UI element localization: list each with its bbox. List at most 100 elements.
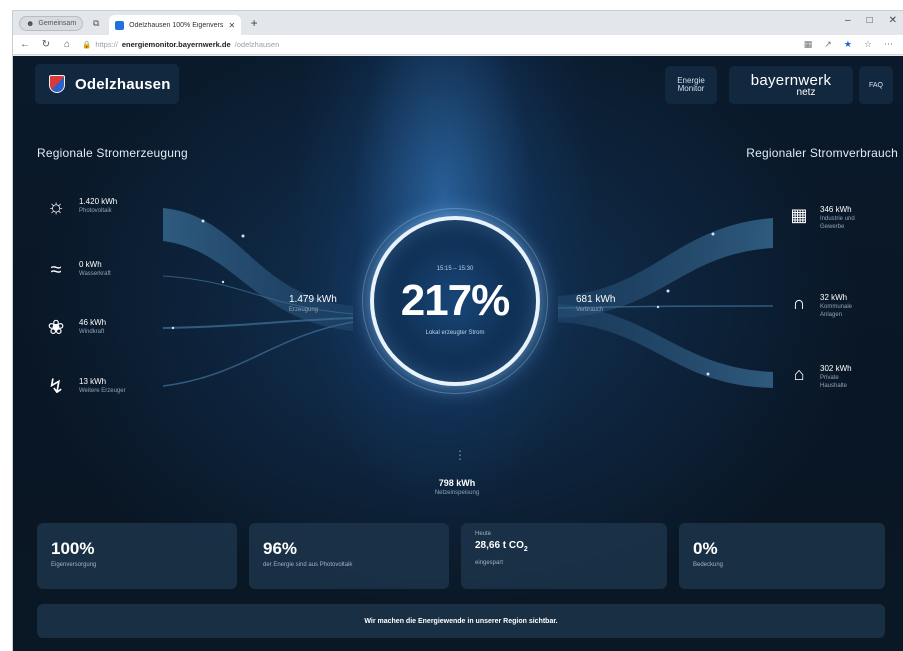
generation-title: Regionale Stromerzeugung — [37, 146, 188, 160]
reader-view-icon[interactable]: ▦ — [804, 39, 813, 50]
house-icon: ⌂ — [793, 364, 805, 384]
profile-label: Gemeinsam — [38, 19, 77, 27]
bayernwerk-wordmark: bayernwerk — [750, 71, 832, 89]
close-tab-icon[interactable]: ✕ — [228, 21, 235, 30]
municipality-badge[interactable]: Odelzhausen — [35, 64, 179, 104]
sun-icon: ☼ — [46, 196, 66, 218]
card-co2-saved[interactable]: Heute 28,66 t CO2 eingespart — [461, 523, 667, 589]
lock-icon: 🔒 — [82, 40, 92, 49]
url-field[interactable]: 🔒 https://energiemonitor.bayernwerk.de/o… — [82, 38, 795, 52]
tab-title: Odelzhausen 100% Eigenversorg — [129, 21, 224, 29]
source-label: Weitere Erzeuger — [79, 388, 126, 394]
generation-total: 1.479 kWh Erzeugung — [289, 293, 337, 314]
card-coverage[interactable]: 0% Bedeckung — [679, 523, 885, 589]
address-toolbar: ← ↻ ⌂ 🔒 https://energiemonitor.bayernwer… — [13, 35, 903, 55]
card-self-supply[interactable]: 100% Eigenversorgung — [37, 523, 237, 589]
card-value: 28,66 t CO2 — [475, 539, 667, 557]
coat-of-arms-icon — [49, 75, 65, 93]
bayernwerk-sub: netz — [796, 86, 816, 98]
bayernwerk-logo[interactable]: bayernwerk netz — [729, 66, 853, 104]
grid-feed-value: 798 kWh — [438, 478, 476, 488]
close-window-icon[interactable]: ✕ — [889, 15, 897, 26]
browser-window: ☻ Gemeinsam ⧉ Odelzhausen 100% Eigenvers… — [12, 10, 903, 651]
consumer-value: 302 kWh — [820, 364, 852, 373]
flow-private — [558, 304, 773, 388]
reload-icon[interactable]: ↻ — [40, 39, 52, 50]
card-label: Eigenversorgung — [51, 562, 97, 568]
source-wasserkraft[interactable]: ≈ 0 kWh Wasserkraft — [45, 259, 111, 281]
generation-total-label: Erzeugung — [289, 307, 319, 313]
water-icon: ≈ — [50, 259, 62, 281]
translate-icon[interactable]: ↗ — [824, 39, 832, 50]
card-header: Heute — [475, 531, 492, 537]
municipality-name: Odelzhausen — [75, 75, 171, 93]
consumer-industrie[interactable]: ▦ 346 kWh Industrie und Gewerbe — [788, 204, 855, 231]
source-label: Photovoltaik — [79, 208, 112, 214]
card-label: eingespart — [475, 560, 504, 566]
wind-turbine-icon: ❀ — [47, 317, 65, 339]
slogan-banner: Wir machen die Energiewende in unserer R… — [37, 604, 885, 638]
source-windkraft[interactable]: ❀ 46 kWh Windkraft — [45, 317, 107, 339]
card-value: 96% — [263, 539, 298, 558]
generation-total-value: 1.479 kWh — [289, 294, 337, 305]
municipal-building-icon: ∩ — [792, 293, 806, 313]
consumer-label-line1: Private — [820, 375, 839, 381]
flow-weitere — [162, 321, 354, 387]
consumer-label-line2: Gewerbe — [820, 224, 845, 230]
self-supply-ring[interactable]: 15:15 – 15:30 217% Lokal erzeugter Strom — [370, 216, 540, 386]
card-label: Bedeckung — [693, 562, 724, 568]
favorite-star-icon[interactable]: ★ — [844, 39, 852, 50]
back-icon[interactable]: ← — [19, 39, 31, 50]
window-controls: – □ ✕ — [845, 15, 897, 26]
minimize-icon[interactable]: – — [845, 15, 851, 26]
source-value: 13 kWh — [79, 377, 107, 386]
grid-pylon-icon: ⋮ — [454, 448, 466, 462]
grid-feed-label: Netzeinspeisung — [434, 490, 480, 496]
time-range: 15:15 – 15:30 — [436, 266, 474, 272]
source-label: Wasserkraft — [79, 271, 111, 277]
url-prefix: https:// — [95, 40, 118, 49]
lightning-icon: ↯ — [47, 376, 65, 398]
card-value: 100% — [51, 539, 95, 558]
tab-strip: ☻ Gemeinsam ⧉ Odelzhausen 100% Eigenvers… — [13, 11, 903, 35]
toolbar-actions: ▦ ↗ ★ ☆ ⋯ — [804, 39, 897, 50]
site-favicon-icon — [115, 20, 125, 30]
consumer-value: 32 kWh — [820, 293, 848, 302]
consumer-label-line1: Industrie und — [820, 216, 855, 222]
collections-icon[interactable]: ☆ — [864, 39, 872, 50]
co2-value: 28,66 t CO — [475, 540, 524, 551]
consumption-total: 681 kWh Verbrauch — [576, 293, 615, 314]
home-icon[interactable]: ⌂ — [61, 39, 73, 50]
energy-monitor-page: Odelzhausen Energie Monitor bayernwerk n… — [13, 56, 903, 651]
consumption-total-label: Verbrauch — [576, 307, 604, 313]
consumer-label-line2: Haushalte — [820, 383, 848, 389]
co2-subscript: 2 — [523, 546, 528, 553]
consumption-title: Regionaler Stromverbrauch — [746, 146, 898, 160]
card-value: 0% — [693, 539, 718, 558]
workspaces-icon[interactable]: ⧉ — [89, 17, 103, 29]
consumer-label-line1: Kommunale — [820, 304, 853, 310]
source-value: 46 kWh — [79, 318, 107, 327]
maximize-icon[interactable]: □ — [867, 15, 873, 26]
browser-tab-active[interactable]: Odelzhausen 100% Eigenversorg ✕ — [109, 15, 242, 35]
source-value: 0 kWh — [79, 260, 102, 269]
card-pv-share[interactable]: 96% der Energie sind aus Photovoltaik — [249, 523, 449, 589]
energie-monitor-line2: Monitor — [677, 84, 705, 93]
source-photovoltaik[interactable]: ☼ 1.420 kWh Photovoltaik — [45, 196, 117, 218]
faq-button[interactable]: FAQ — [859, 66, 893, 104]
url-host: energiemonitor.bayernwerk.de — [121, 40, 231, 49]
self-supply-percentage: 217% — [400, 276, 511, 325]
more-menu-icon[interactable]: ⋯ — [884, 39, 893, 50]
consumer-kommunal[interactable]: ∩ 32 kWh Kommunale Anlagen — [788, 292, 852, 319]
factory-icon: ▦ — [790, 205, 808, 225]
source-weitere[interactable]: ↯ 13 kWh Weitere Erzeuger — [45, 376, 126, 398]
profile-icon: ☻ — [26, 18, 35, 28]
energie-monitor-logo[interactable]: Energie Monitor — [665, 66, 717, 104]
consumption-total-value: 681 kWh — [576, 294, 616, 305]
source-label: Windkraft — [79, 329, 105, 335]
consumer-private[interactable]: ⌂ 302 kWh Private Haushalte — [788, 363, 852, 390]
profile-button[interactable]: ☻ Gemeinsam — [19, 15, 84, 31]
new-tab-button[interactable]: + — [247, 16, 261, 30]
consumer-label-line2: Anlagen — [820, 312, 843, 318]
url-path: /odelzhausen — [234, 40, 280, 49]
